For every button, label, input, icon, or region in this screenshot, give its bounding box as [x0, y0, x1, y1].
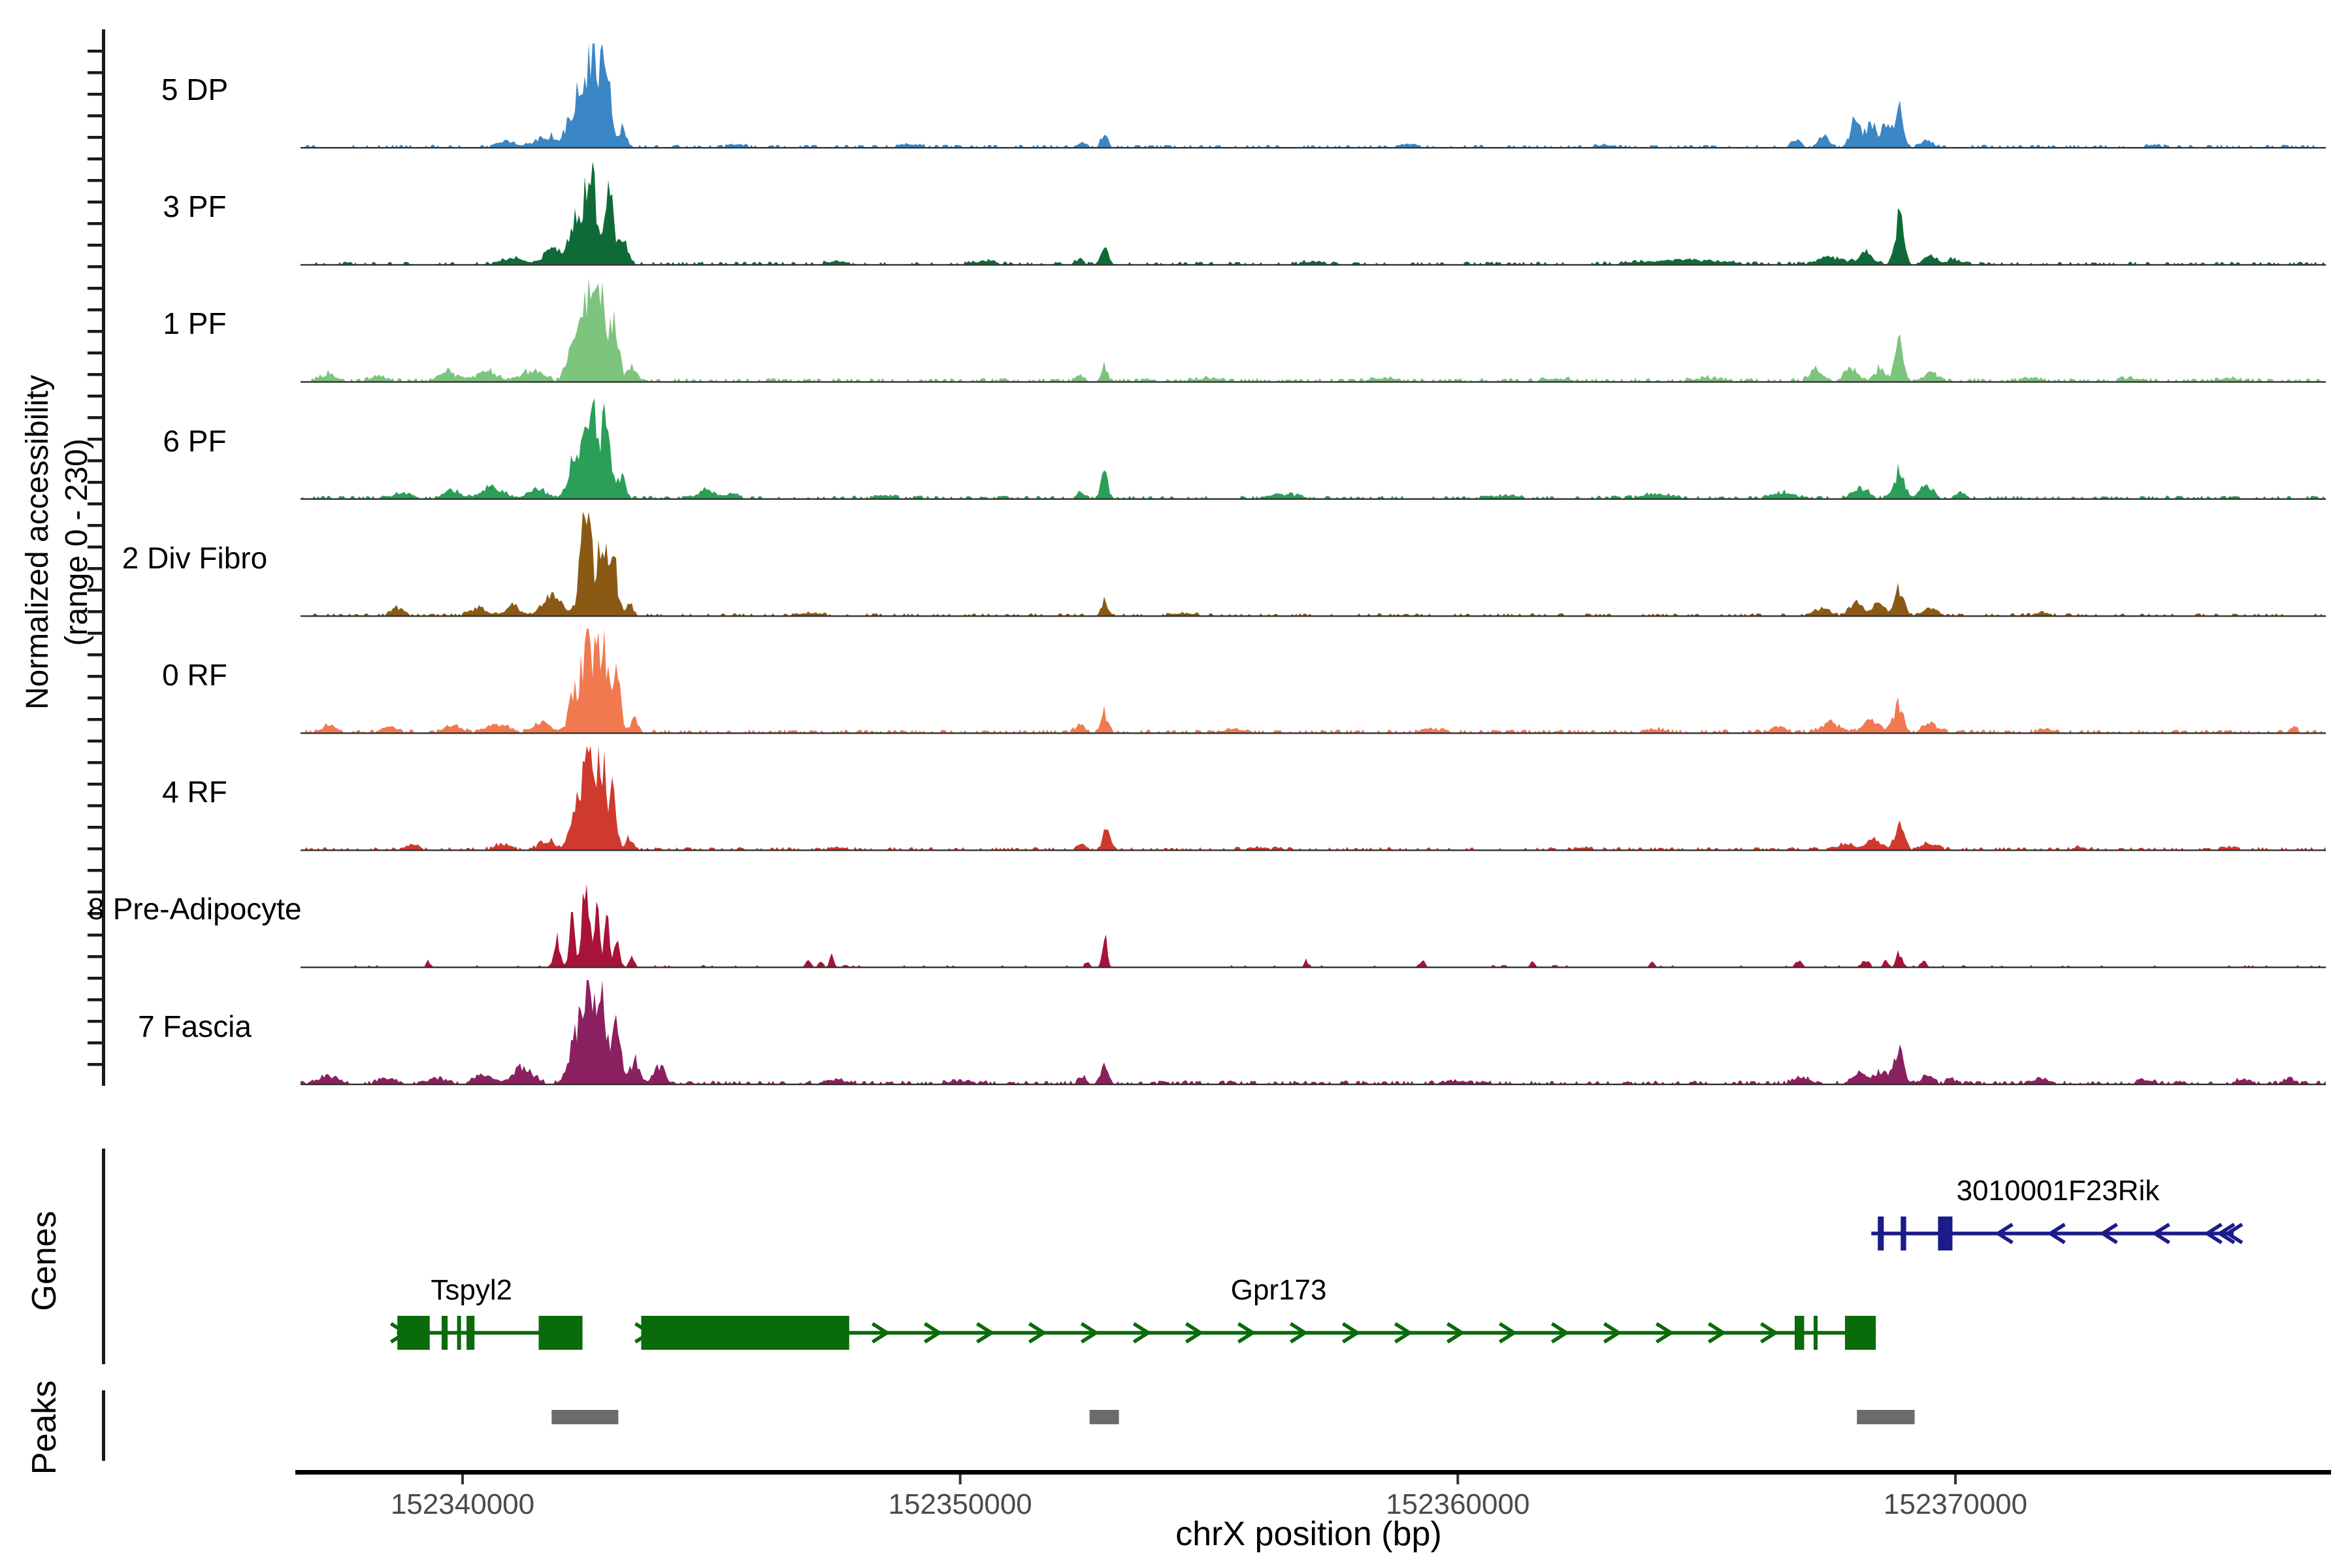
genes-bracket-line	[102, 1149, 105, 1364]
track-baseline-line	[301, 849, 2326, 851]
peaks-bracket-line	[102, 1390, 105, 1461]
gene-exon	[466, 1316, 474, 1350]
track-label: 1 PF	[77, 306, 312, 341]
x-axis-tick	[959, 1475, 962, 1484]
gene-exon	[1938, 1217, 1952, 1250]
track-signal-area	[301, 512, 2326, 616]
track-baseline-line	[301, 615, 2326, 617]
track-label: 7 Fascia	[77, 1009, 312, 1044]
x-tick-label: 152360000	[1353, 1488, 1562, 1521]
gene-label: Tspyl2	[308, 1274, 635, 1307]
gene-exon	[442, 1316, 448, 1350]
gene-exon	[641, 1316, 849, 1350]
x-axis-tick	[1456, 1475, 1459, 1484]
peak-region-bar	[1857, 1410, 1914, 1424]
track-signal-area	[301, 161, 2326, 265]
track-baseline-line	[301, 381, 2326, 382]
gene-label: Gpr173	[1115, 1274, 1442, 1307]
track-signal-area	[301, 399, 2326, 499]
genome-browser-figure: Normalized accessibility (range 0 - 230)…	[0, 0, 2352, 1568]
track-label: 5 DP	[77, 72, 312, 107]
gene-exon	[457, 1316, 461, 1350]
track-signal-area	[301, 746, 2326, 851]
track-baseline-line	[301, 498, 2326, 500]
track-baseline-line	[301, 732, 2326, 734]
track-label: 0 RF	[77, 657, 312, 693]
y-axis-title-line1: Normalized accessibility	[18, 20, 57, 1065]
gene-exon	[1901, 1217, 1906, 1250]
track-baseline-line	[301, 1084, 2326, 1085]
gene-model	[1871, 1217, 2242, 1250]
track-signal-area	[301, 884, 2326, 967]
gene-exon	[1814, 1316, 1818, 1350]
track-baseline-line	[301, 264, 2326, 265]
track-baseline-line	[301, 147, 2326, 148]
tracks-plot-canvas	[0, 0, 2352, 1568]
track-label: 4 RF	[77, 774, 312, 809]
x-axis-line	[295, 1470, 2331, 1475]
gene-exon	[1795, 1316, 1804, 1350]
gene-model	[391, 1316, 582, 1350]
track-label: 2 Div Fibro	[77, 540, 312, 576]
x-axis-tick	[1954, 1475, 1957, 1484]
x-tick-label: 152370000	[1851, 1488, 2060, 1521]
gene-exon	[1878, 1217, 1884, 1250]
track-label: 6 PF	[77, 423, 312, 459]
track-signal-area	[301, 44, 2326, 148]
track-baseline-line	[301, 966, 2326, 968]
x-tick-label: 152350000	[856, 1488, 1065, 1521]
track-signal-area	[301, 980, 2326, 1085]
peak-region-bar	[551, 1410, 618, 1424]
track-signal-area	[301, 629, 2326, 734]
peak-region-bar	[1090, 1410, 1119, 1424]
gene-exon	[1845, 1316, 1876, 1350]
x-tick-label: 152340000	[358, 1488, 567, 1521]
track-label: 3 PF	[77, 189, 312, 224]
peaks-section-label: Peaks	[24, 1297, 65, 1558]
x-axis-tick	[461, 1475, 464, 1484]
track-label: 8 Pre-Adipocyte	[77, 891, 312, 926]
track-signal-area	[301, 278, 2326, 382]
gene-exon	[539, 1316, 583, 1350]
gene-exon	[397, 1316, 430, 1350]
gene-label: 3010001F23Rik	[1895, 1175, 2221, 1207]
gene-model	[635, 1316, 1876, 1350]
